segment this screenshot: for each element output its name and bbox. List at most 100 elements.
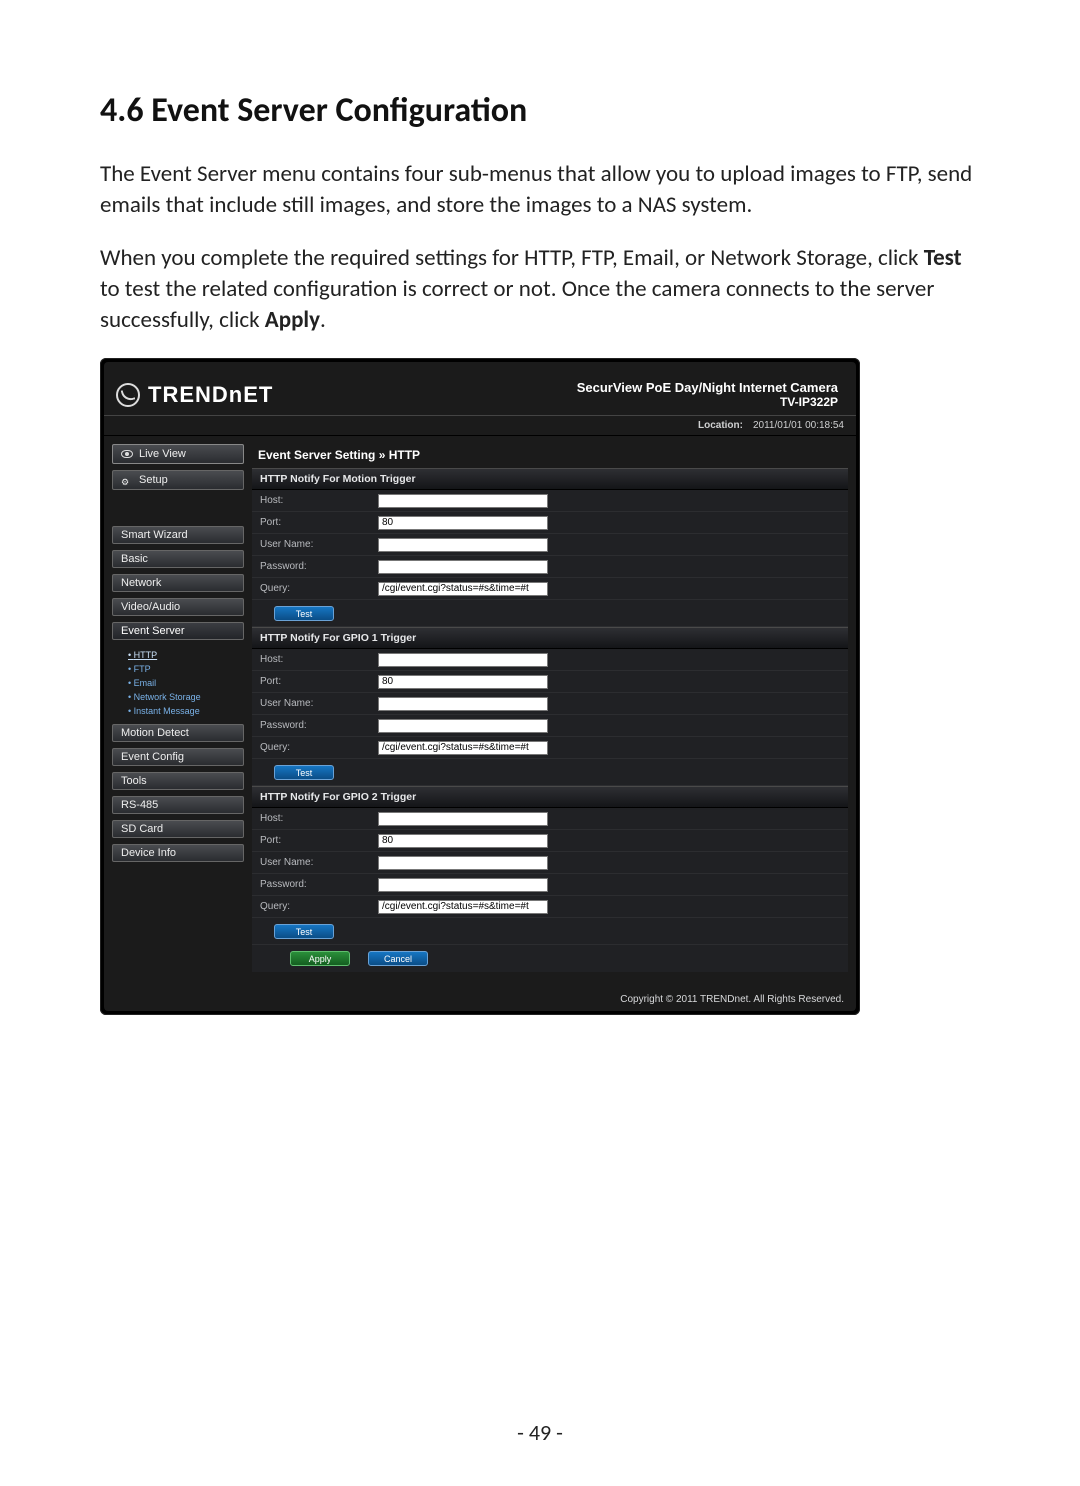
event-server-submenu: HTTP FTP Email Network Storage Instant M…	[112, 646, 244, 724]
panel-title: Event Server Setting » HTTP	[252, 444, 848, 468]
submenu-instant-message[interactable]: Instant Message	[122, 704, 244, 718]
input-port-3[interactable]	[378, 834, 548, 848]
label-pass: Password:	[252, 720, 378, 731]
label-host: Host:	[252, 813, 378, 824]
product-label: SecurView PoE Day/Night Internet Camera …	[577, 380, 838, 409]
row-host-1: Host:	[252, 490, 848, 512]
input-query-1[interactable]	[378, 582, 548, 596]
input-user-1[interactable]	[378, 538, 548, 552]
live-view-button[interactable]: Live View	[112, 444, 244, 464]
input-host-1[interactable]	[378, 494, 548, 508]
brand-text: TRENDnET	[148, 382, 273, 408]
eye-icon	[121, 450, 133, 458]
input-port-1[interactable]	[378, 516, 548, 530]
row-host-2: Host:	[252, 649, 848, 671]
section-header-motion: HTTP Notify For Motion Trigger	[252, 468, 848, 490]
section-header-gpio2: HTTP Notify For GPIO 2 Trigger	[252, 786, 848, 808]
row-port-2: Port:	[252, 671, 848, 693]
row-user-2: User Name:	[252, 693, 848, 715]
label-query: Query:	[252, 583, 378, 594]
input-pass-2[interactable]	[378, 719, 548, 733]
row-pass-3: Password:	[252, 874, 848, 896]
setup-label: Setup	[139, 474, 168, 486]
top-status-bar: Location: 2011/01/01 00:18:54	[104, 415, 856, 436]
sidebar-item-basic[interactable]: Basic	[112, 550, 244, 568]
app-header: TRENDnET SecurView PoE Day/Night Interne…	[104, 362, 856, 415]
product-name: SecurView PoE Day/Night Internet Camera	[577, 380, 838, 395]
text-fragment: to test the related configuration is cor…	[100, 275, 934, 334]
input-query-2[interactable]	[378, 741, 548, 755]
sidebar-item-tools[interactable]: Tools	[112, 772, 244, 790]
label-user: User Name:	[252, 539, 378, 550]
test-button-2[interactable]: Test	[274, 765, 334, 780]
brand-logo-icon	[116, 383, 140, 407]
label-user: User Name:	[252, 698, 378, 709]
row-port-1: Port:	[252, 512, 848, 534]
submenu-email[interactable]: Email	[122, 676, 244, 690]
label-pass: Password:	[252, 879, 378, 890]
apply-button[interactable]: Apply	[290, 951, 350, 966]
submenu-ftp[interactable]: FTP	[122, 662, 244, 676]
label-port: Port:	[252, 835, 378, 846]
row-query-2: Query:	[252, 737, 848, 759]
input-user-2[interactable]	[378, 697, 548, 711]
brand: TRENDnET	[116, 382, 273, 408]
gear-icon	[121, 476, 133, 484]
row-user-3: User Name:	[252, 852, 848, 874]
input-user-3[interactable]	[378, 856, 548, 870]
label-host: Host:	[252, 495, 378, 506]
text-fragment: .	[320, 306, 326, 334]
label-port: Port:	[252, 676, 378, 687]
row-user-1: User Name:	[252, 534, 848, 556]
submenu-network-storage[interactable]: Network Storage	[122, 690, 244, 704]
input-pass-3[interactable]	[378, 878, 548, 892]
sidebar-item-rs485[interactable]: RS-485	[112, 796, 244, 814]
row-host-3: Host:	[252, 808, 848, 830]
page-number: - 49 -	[0, 1419, 1080, 1446]
row-pass-2: Password:	[252, 715, 848, 737]
row-pass-1: Password:	[252, 556, 848, 578]
sidebar-item-motion-detect[interactable]: Motion Detect	[112, 724, 244, 742]
main-panel: Event Server Setting » HTTP HTTP Notify …	[252, 444, 848, 972]
intro-paragraph-1: The Event Server menu contains four sub-…	[100, 159, 985, 221]
label-port: Port:	[252, 517, 378, 528]
label-query: Query:	[252, 742, 378, 753]
sidebar-item-network[interactable]: Network	[112, 574, 244, 592]
input-host-3[interactable]	[378, 812, 548, 826]
live-view-label: Live View	[139, 448, 186, 460]
sidebar-item-video-audio[interactable]: Video/Audio	[112, 598, 244, 616]
product-model: TV-IP322P	[577, 395, 838, 409]
sidebar-item-event-config[interactable]: Event Config	[112, 748, 244, 766]
intro-paragraph-2: When you complete the required settings …	[100, 243, 985, 336]
sidebar-item-sd-card[interactable]: SD Card	[112, 820, 244, 838]
label-host: Host:	[252, 654, 378, 665]
sidebar-item-event-server[interactable]: Event Server	[112, 622, 244, 640]
text-fragment: When you complete the required settings …	[100, 244, 924, 272]
label-user: User Name:	[252, 857, 378, 868]
location-label: Location:	[698, 420, 743, 431]
bold-apply: Apply	[265, 306, 320, 334]
input-pass-1[interactable]	[378, 560, 548, 574]
label-pass: Password:	[252, 561, 378, 572]
sidebar-item-device-info[interactable]: Device Info	[112, 844, 244, 862]
timestamp: 2011/01/01 00:18:54	[753, 420, 844, 431]
sidebar: Live View Setup Smart Wizard Basic Netwo…	[112, 444, 244, 972]
sidebar-item-smart-wizard[interactable]: Smart Wizard	[112, 526, 244, 544]
row-port-3: Port:	[252, 830, 848, 852]
label-query: Query:	[252, 901, 378, 912]
submenu-http[interactable]: HTTP	[122, 648, 244, 662]
copyright: Copyright © 2011 TRENDnet. All Rights Re…	[104, 984, 856, 1011]
input-host-2[interactable]	[378, 653, 548, 667]
test-button-3[interactable]: Test	[274, 924, 334, 939]
test-button-1[interactable]: Test	[274, 606, 334, 621]
action-row: Apply Cancel	[252, 945, 848, 972]
cancel-button[interactable]: Cancel	[368, 951, 428, 966]
row-query-1: Query:	[252, 578, 848, 600]
bold-test: Test	[924, 244, 962, 272]
input-query-3[interactable]	[378, 900, 548, 914]
app-screenshot: TRENDnET SecurView PoE Day/Night Interne…	[100, 358, 860, 1015]
setup-button[interactable]: Setup	[112, 470, 244, 490]
input-port-2[interactable]	[378, 675, 548, 689]
section-header-gpio1: HTTP Notify For GPIO 1 Trigger	[252, 627, 848, 649]
row-query-3: Query:	[252, 896, 848, 918]
